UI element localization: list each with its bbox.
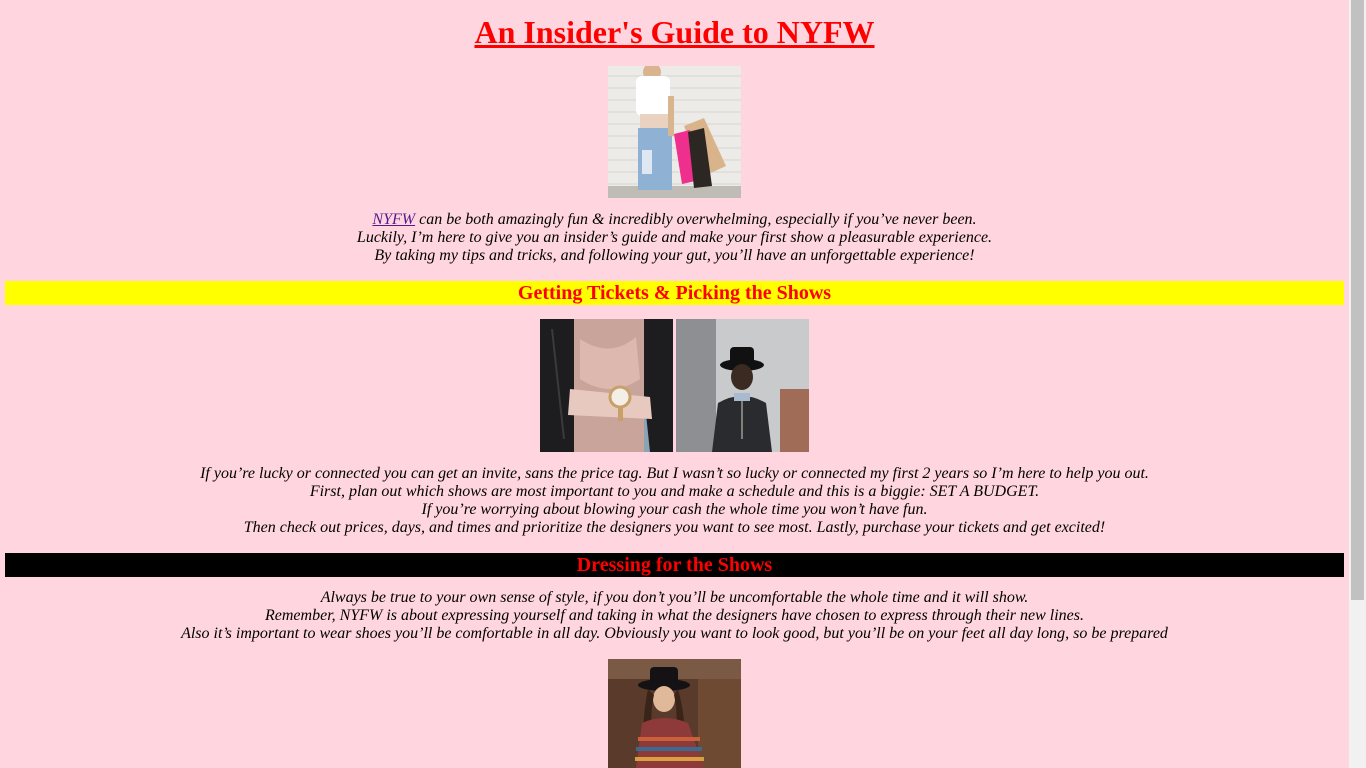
page: An Insider's Guide to NYFW NYFW can be b… bbox=[0, 0, 1349, 768]
section-heading-dressing: Dressing for the Shows bbox=[5, 553, 1344, 577]
tickets-line-2: First, plan out which shows are most imp… bbox=[309, 483, 1040, 500]
intro-paragraph: NYFW can be both amazingly fun & incredi… bbox=[0, 211, 1349, 265]
watch-image bbox=[540, 319, 673, 452]
intro-line-1: NYFW can be both amazingly fun & incredi… bbox=[0, 211, 1349, 229]
dressing-line-1: Always be true to your own sense of styl… bbox=[320, 589, 1029, 606]
dressing-line-3: Also it’s important to wear shoes you’ll… bbox=[181, 625, 1168, 642]
page-title: An Insider's Guide to NYFW bbox=[474, 14, 875, 50]
vertical-scrollbar[interactable] bbox=[1349, 0, 1366, 768]
hat-woman-image bbox=[608, 659, 741, 768]
nyfw-link[interactable]: NYFW bbox=[372, 211, 415, 228]
dressing-paragraph: Always be true to your own sense of styl… bbox=[0, 589, 1349, 643]
dressing-line-2: Remember, NYFW is about expressing yours… bbox=[265, 607, 1084, 624]
tickets-line-3: If you’re worrying about blowing your ca… bbox=[421, 501, 928, 518]
tickets-line-4: Then check out prices, days, and times a… bbox=[243, 519, 1106, 536]
intro-line-3: By taking my tips and tricks, and follow… bbox=[374, 247, 975, 264]
section-heading-tickets: Getting Tickets & Picking the Shows bbox=[5, 281, 1344, 305]
intro-line-1-text: can be both amazingly fun & incredibly o… bbox=[415, 211, 977, 228]
tickets-paragraph: If you’re lucky or connected you can get… bbox=[0, 465, 1349, 537]
scrollbar-thumb[interactable] bbox=[1351, 0, 1364, 600]
tickets-line-1: If you’re lucky or connected you can get… bbox=[200, 465, 1149, 482]
intro-line-2: Luckily, I’m here to give you an insider… bbox=[356, 229, 993, 246]
hero-image bbox=[608, 66, 741, 198]
man-hat-image bbox=[676, 319, 809, 452]
